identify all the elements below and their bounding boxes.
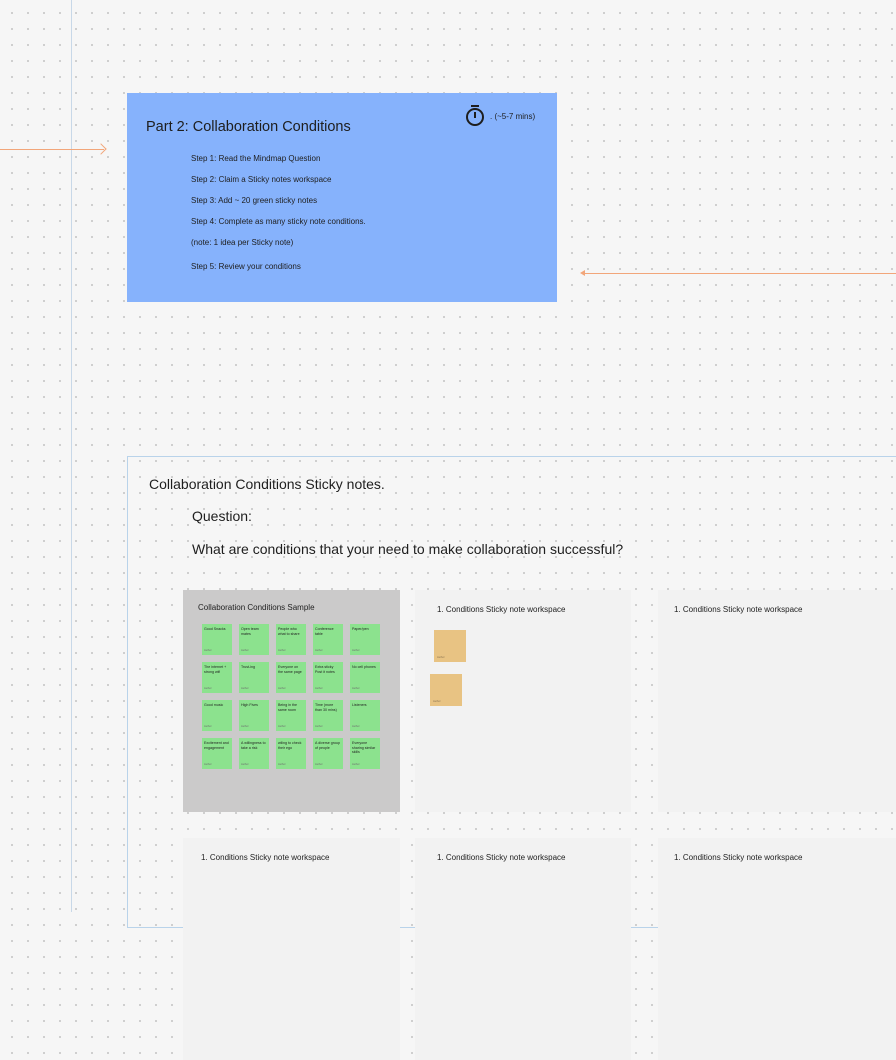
note-author: Author — [278, 687, 286, 690]
note-text: People who what to share — [278, 627, 300, 636]
note-author: Author — [437, 656, 445, 659]
note-author: Author — [315, 725, 323, 728]
note-author: Author — [278, 725, 286, 728]
board-title: Collaboration Conditions Sticky notes. — [149, 476, 385, 492]
green-sticky-note[interactable]: High Fives Author — [239, 700, 269, 731]
note-author: Author — [352, 763, 360, 766]
green-sticky-note[interactable]: Conference table Author — [313, 624, 343, 655]
green-sticky-note[interactable]: People who what to share Author — [276, 624, 306, 655]
note-text: Time (more than 30 mins) — [315, 703, 337, 712]
sample-workspace[interactable]: Collaboration Conditions Sample Good Sna… — [183, 590, 400, 812]
instructions-title: Part 2: Collaboration Conditions — [146, 119, 351, 135]
note-text: Being in the same room — [278, 703, 297, 712]
arrow-tail-icon — [580, 270, 585, 276]
sample-title: Collaboration Conditions Sample — [198, 603, 315, 612]
green-sticky-note[interactable]: Time (more than 30 mins) Author — [313, 700, 343, 731]
connector-arrow-out[interactable] — [580, 270, 896, 276]
green-sticky-note[interactable]: Good music Author — [202, 700, 232, 731]
note-text: High Fives — [241, 703, 258, 707]
note-author: Author — [241, 649, 249, 652]
note-text: Paper/pen — [352, 627, 369, 631]
question-text: What are conditions that your need to ma… — [192, 541, 624, 557]
note-author: Author — [315, 687, 323, 690]
note-author: Author — [204, 763, 212, 766]
note-text: No cell phones — [352, 665, 376, 669]
green-sticky-note[interactable]: A diverse group of people Author — [313, 738, 343, 769]
note-text: Everyone sharing similar skills — [352, 741, 376, 755]
note-text: Open team mates — [241, 627, 259, 636]
timer: . (~5-7 mins) — [465, 105, 535, 127]
note-text: Conference table — [315, 627, 334, 636]
note-text: Extra sticky Post it notes — [315, 665, 335, 674]
note-author: Author — [278, 649, 286, 652]
orange-sticky-note[interactable]: Author — [430, 674, 462, 706]
note-text: Listeners — [352, 703, 367, 707]
note-author: Author — [315, 649, 323, 652]
note-text: Everyone on the same page — [278, 665, 302, 674]
note-author: Author — [204, 725, 212, 728]
note-text: The internet + strong wifi — [204, 665, 227, 674]
green-sticky-note[interactable]: Being in the same room Author — [276, 700, 306, 731]
green-sticky-note[interactable]: The internet + strong wifi Author — [202, 662, 232, 693]
workspace-3[interactable]: 1. Conditions Sticky note workspace — [183, 838, 400, 1060]
stopwatch-icon — [465, 105, 485, 127]
note-text: A willingness to take a risk — [241, 741, 266, 750]
workspace-5[interactable]: 1. Conditions Sticky note workspace — [658, 838, 896, 1060]
workspace-title: 1. Conditions Sticky note workspace — [674, 605, 803, 614]
note-author: Author — [278, 763, 286, 766]
step-4: Step 4: Complete as many sticky note con… — [191, 217, 366, 226]
note-text: Good Snacks — [204, 627, 226, 631]
note-author: Author — [204, 649, 212, 652]
canvas-guide-line — [71, 0, 72, 912]
note-author: Author — [241, 687, 249, 690]
green-sticky-note[interactable]: Excitement and engagement Author — [202, 738, 232, 769]
green-sticky-note[interactable]: Everyone on the same page Author — [276, 662, 306, 693]
note-author: Author — [241, 763, 249, 766]
workspace-title: 1. Conditions Sticky note workspace — [674, 853, 803, 862]
question-label: Question: — [192, 508, 252, 524]
note-author: Author — [315, 763, 323, 766]
green-sticky-note[interactable]: No cell phones Author — [350, 662, 380, 693]
green-sticky-note[interactable]: Good Snacks Author — [202, 624, 232, 655]
step-2: Step 2: Claim a Sticky notes workspace — [191, 175, 332, 184]
step-1: Step 1: Read the Mindmap Question — [191, 154, 321, 163]
step-note: (note: 1 idea per Sticky note) — [191, 238, 294, 247]
green-sticky-note[interactable]: Everyone sharing similar skills Author — [350, 738, 380, 769]
note-author: Author — [352, 687, 360, 690]
note-author: Author — [352, 725, 360, 728]
green-sticky-note[interactable]: Listeners Author — [350, 700, 380, 731]
workspace-2[interactable]: 1. Conditions Sticky note workspace — [658, 590, 896, 812]
green-sticky-note[interactable]: Paper/pen Author — [350, 624, 380, 655]
note-text: Trust-ing — [241, 665, 256, 669]
green-sticky-note[interactable]: Extra sticky Post it notes Author — [313, 662, 343, 693]
instructions-card[interactable]: Part 2: Collaboration Conditions . (~5-7… — [127, 93, 557, 302]
note-text: Good music — [204, 703, 224, 707]
workspace-title: 1. Conditions Sticky note workspace — [201, 853, 330, 862]
green-sticky-note[interactable]: wiling to check their ego Author — [276, 738, 306, 769]
note-author: Author — [241, 725, 249, 728]
workspace-title: 1. Conditions Sticky note workspace — [437, 605, 566, 614]
workspace-4[interactable]: 1. Conditions Sticky note workspace — [415, 838, 631, 1060]
green-sticky-note[interactable]: Open team mates Author — [239, 624, 269, 655]
sample-notes-grid: Good Snacks Author Open team mates Author Pe… — [202, 624, 380, 769]
note-author: Author — [352, 649, 360, 652]
orange-sticky-note[interactable]: Author — [434, 630, 466, 662]
green-sticky-note[interactable]: A willingness to take a risk Author — [239, 738, 269, 769]
note-author: Author — [433, 700, 441, 703]
note-text: wiling to check their ego — [278, 741, 302, 750]
connector-arrow-in[interactable] — [0, 143, 107, 155]
timer-duration: . (~5-7 mins) — [490, 111, 536, 121]
note-text: Excitement and engagement — [204, 741, 229, 750]
workspace-title: 1. Conditions Sticky note workspace — [437, 853, 566, 862]
green-sticky-note[interactable]: Trust-ing Author — [239, 662, 269, 693]
arrow-head-icon — [95, 143, 107, 155]
step-5: Step 5: Review your conditions — [191, 262, 301, 271]
note-text: A diverse group of people — [315, 741, 340, 750]
step-3: Step 3: Add ~ 20 green sticky notes — [191, 196, 318, 205]
note-author: Author — [204, 687, 212, 690]
